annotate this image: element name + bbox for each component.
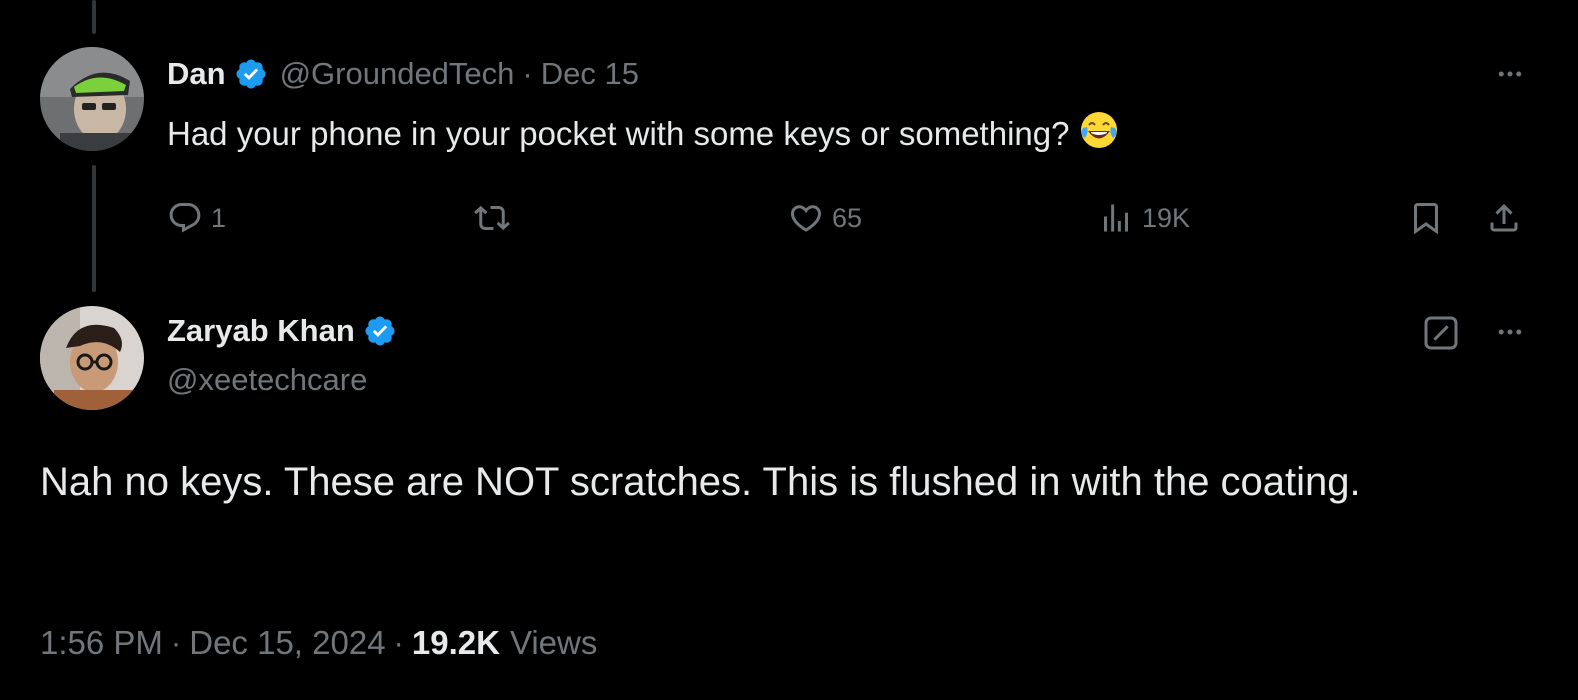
- reply-tweet-date[interactable]: Dec 15: [541, 56, 639, 92]
- views-action[interactable]: 19K: [1098, 194, 1190, 242]
- like-icon: [790, 205, 822, 232]
- more-icon: [1498, 71, 1522, 77]
- main-tweet-text: Nah no keys. These are NOT scratches. Th…: [40, 460, 1361, 504]
- like-action[interactable]: 65: [788, 194, 862, 242]
- reply-action[interactable]: 1: [167, 194, 226, 242]
- thread-line-connector: [92, 165, 96, 292]
- thread-line-top: [92, 0, 96, 34]
- author-handle-dan[interactable]: @GroundedTech: [280, 56, 515, 92]
- reply-tweet-more-button[interactable]: [1488, 52, 1532, 96]
- retweet-icon: [474, 205, 510, 231]
- avatar-dan[interactable]: [40, 47, 144, 151]
- main-tweet-header: Zaryab Khan: [167, 308, 397, 354]
- main-tweet-time[interactable]: 1:56 PM: [40, 624, 163, 662]
- reply-count: 1: [211, 202, 227, 233]
- like-count: 65: [832, 202, 863, 233]
- views-count: 19K: [1142, 202, 1191, 233]
- retweet-action[interactable]: [474, 194, 510, 242]
- main-tweet-views-count: 19.2K: [411, 624, 500, 661]
- bookmark-action[interactable]: [1408, 194, 1444, 242]
- main-tweet-views-label: Views: [509, 624, 598, 661]
- grok-icon: [1424, 316, 1458, 350]
- reply-tweet-body: Had your phone in your pocket with some …: [167, 115, 1070, 152]
- verified-badge-icon: [363, 314, 397, 348]
- separator-dot: ·: [393, 625, 404, 660]
- main-tweet-date[interactable]: Dec 15, 2024: [189, 624, 385, 662]
- reply-tweet-text: Had your phone in your pocket with some …: [167, 110, 1119, 158]
- share-icon: [1490, 203, 1518, 232]
- more-icon: [1498, 329, 1522, 335]
- separator-dot: ·: [522, 56, 533, 91]
- bookmark-icon: [1414, 203, 1438, 235]
- main-tweet-more-button[interactable]: [1488, 310, 1532, 354]
- verified-badge-icon: [234, 57, 268, 91]
- share-action[interactable]: [1486, 194, 1522, 242]
- author-name-dan[interactable]: Dan: [167, 56, 226, 92]
- reply-tweet-header: Dan @GroundedTech · Dec 15: [167, 52, 639, 96]
- face-with-tears-of-joy-icon: [1079, 110, 1119, 158]
- main-tweet-meta: 1:56 PM · Dec 15, 2024 · 19.2K Views: [40, 620, 597, 666]
- separator-dot: ·: [170, 625, 182, 660]
- grok-button[interactable]: [1420, 312, 1462, 354]
- author-name-zaryab-khan[interactable]: Zaryab Khan: [167, 313, 355, 349]
- avatar-zaryab-khan[interactable]: [40, 306, 144, 410]
- author-handle-zaryab-khan[interactable]: @xeetechcare: [167, 362, 367, 398]
- views-icon: [1104, 204, 1128, 232]
- reply-icon: [169, 203, 201, 233]
